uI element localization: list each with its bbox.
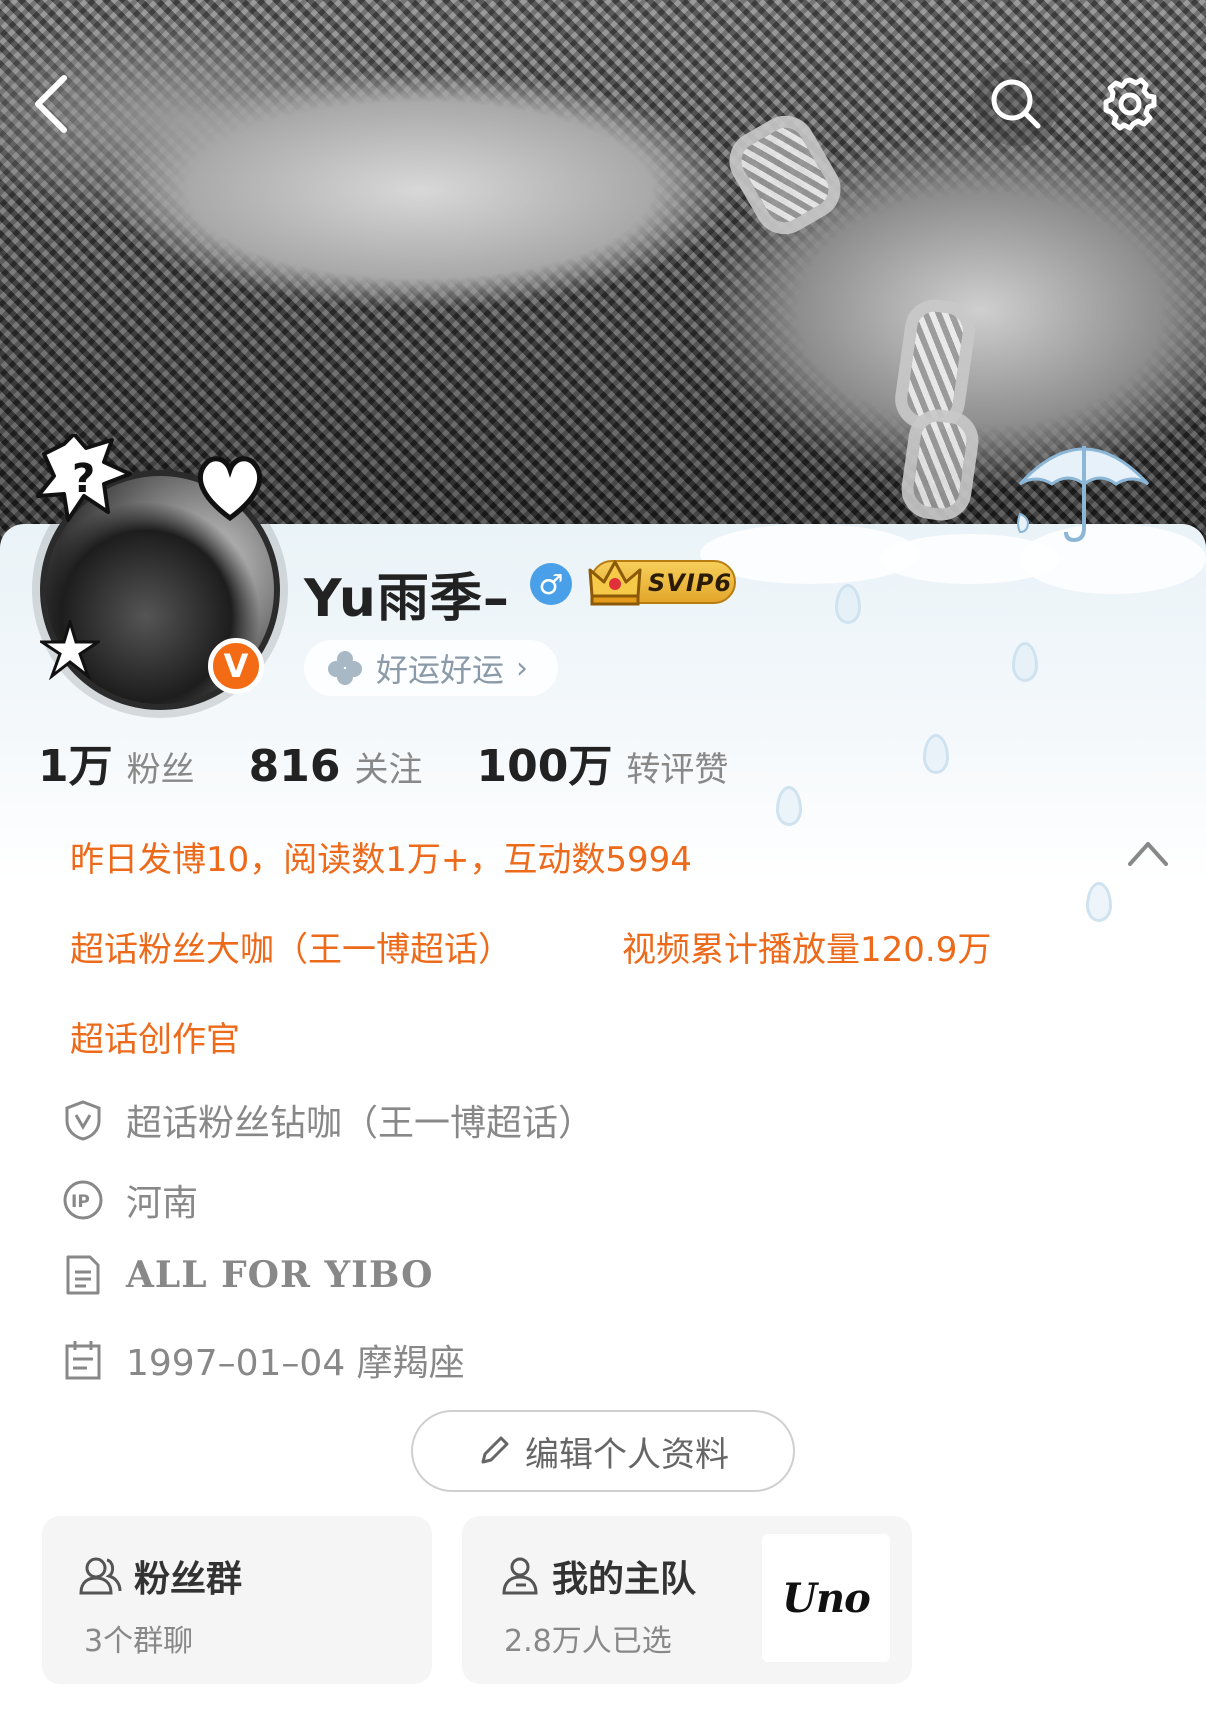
stats-row: 1万 粉丝 816 关注 100万 转评赞 xyxy=(38,730,782,794)
fan-group-card[interactable]: 粉丝群 3个群聊 xyxy=(42,1516,432,1684)
back-button[interactable] xyxy=(10,62,94,146)
shield-v-icon xyxy=(62,1099,104,1141)
people-icon xyxy=(79,1557,122,1595)
chevron-right-icon: › xyxy=(516,650,529,686)
pencil-icon xyxy=(481,1436,509,1464)
creator-badge[interactable]: 超话创作官 xyxy=(70,1012,240,1061)
raindrop-decoration xyxy=(1012,642,1038,682)
main-team-title: 我的主队 xyxy=(552,1559,697,1600)
player-icon xyxy=(502,1557,538,1595)
avatar-container[interactable]: ? V xyxy=(36,434,280,710)
gender-male-icon: ♂ xyxy=(530,563,572,605)
settings-button[interactable] xyxy=(1088,62,1172,146)
main-team-card[interactable]: 我的主队 2.8万人已选 Uno xyxy=(462,1516,912,1684)
star-burst-sticker xyxy=(40,620,100,680)
detail-badge-text: 超话粉丝钻咖（王一博超话） xyxy=(126,1103,595,1144)
gear-icon xyxy=(1103,77,1157,131)
verified-badge: V xyxy=(208,638,264,694)
svg-text:?: ? xyxy=(72,456,95,502)
team-logo: Uno xyxy=(762,1534,890,1662)
chevron-left-icon xyxy=(35,75,67,133)
profile-name: Yu雨季– xyxy=(304,569,510,629)
umbrella-icon xyxy=(1017,446,1150,543)
detail-birthday-text: 1997–01–04 摩羯座 xyxy=(126,1343,465,1384)
detail-badge-row[interactable]: 超话粉丝钻咖（王一博超话） xyxy=(62,1094,594,1146)
chevron-up-icon[interactable] xyxy=(1126,838,1170,868)
svip-label: SVIP6 xyxy=(648,569,733,597)
luck-label: 好运好运 xyxy=(376,651,505,689)
stat-value: 816 xyxy=(248,741,341,792)
detail-ip-row: IP 河南 xyxy=(62,1174,198,1226)
stat-label: 关注 xyxy=(354,750,423,790)
raindrop-decoration xyxy=(923,734,949,774)
video-plays-badge[interactable]: 视频累计播放量120.9万 xyxy=(622,922,991,971)
raindrop-decoration xyxy=(1086,882,1112,922)
stat-following[interactable]: 816 关注 xyxy=(249,741,423,792)
team-logo-text: Uno xyxy=(782,1574,871,1622)
question-burst-sticker: ? xyxy=(36,434,132,522)
detail-ip-text: 河南 xyxy=(126,1183,199,1224)
edit-profile-label: 编辑个人资料 xyxy=(525,1434,729,1475)
main-team-title-row: 我的主队 xyxy=(500,1550,696,1602)
heart-sticker xyxy=(198,456,262,522)
detail-bio-row[interactable]: ALL FOR YIBO xyxy=(62,1254,433,1296)
main-team-subtitle: 2.8万人已选 xyxy=(504,1624,672,1659)
fan-group-subtitle: 3个群聊 xyxy=(84,1624,194,1659)
raindrop-decoration xyxy=(835,584,861,624)
stat-interactions[interactable]: 100万 转评赞 xyxy=(476,730,728,794)
search-button[interactable] xyxy=(974,62,1058,146)
stat-value: 100万 xyxy=(476,741,613,792)
cover-ring-decoration xyxy=(718,104,852,246)
crown-icon xyxy=(588,560,642,606)
stat-value: 1万 xyxy=(38,741,113,792)
search-icon xyxy=(991,79,1041,129)
edit-profile-button[interactable]: 编辑个人资料 xyxy=(411,1410,795,1492)
svip-badge[interactable]: SVIP6 xyxy=(588,560,736,606)
luck-status-pill[interactable]: 好运好运 › xyxy=(304,640,559,696)
svg-text:IP: IP xyxy=(71,1192,90,1212)
supertopic-fan-badge[interactable]: 超话粉丝大咖（王一博超话） xyxy=(70,922,512,971)
stat-followers[interactable]: 1万 粉丝 xyxy=(38,730,195,794)
stat-label: 粉丝 xyxy=(126,750,195,790)
detail-bio-text: ALL FOR YIBO xyxy=(126,1254,434,1296)
detail-birthday-row: 1997–01–04 摩羯座 xyxy=(62,1334,465,1386)
stat-label: 转评赞 xyxy=(626,750,729,790)
fan-group-title-row: 粉丝群 xyxy=(78,1550,242,1602)
fan-group-title: 粉丝群 xyxy=(134,1559,243,1600)
clover-icon xyxy=(328,651,362,685)
document-icon xyxy=(62,1254,104,1296)
ip-location-icon: IP xyxy=(62,1179,104,1221)
yesterday-stats[interactable]: 昨日发博10，阅读数1万+，互动数5994 xyxy=(70,832,692,881)
calendar-icon xyxy=(62,1339,104,1381)
